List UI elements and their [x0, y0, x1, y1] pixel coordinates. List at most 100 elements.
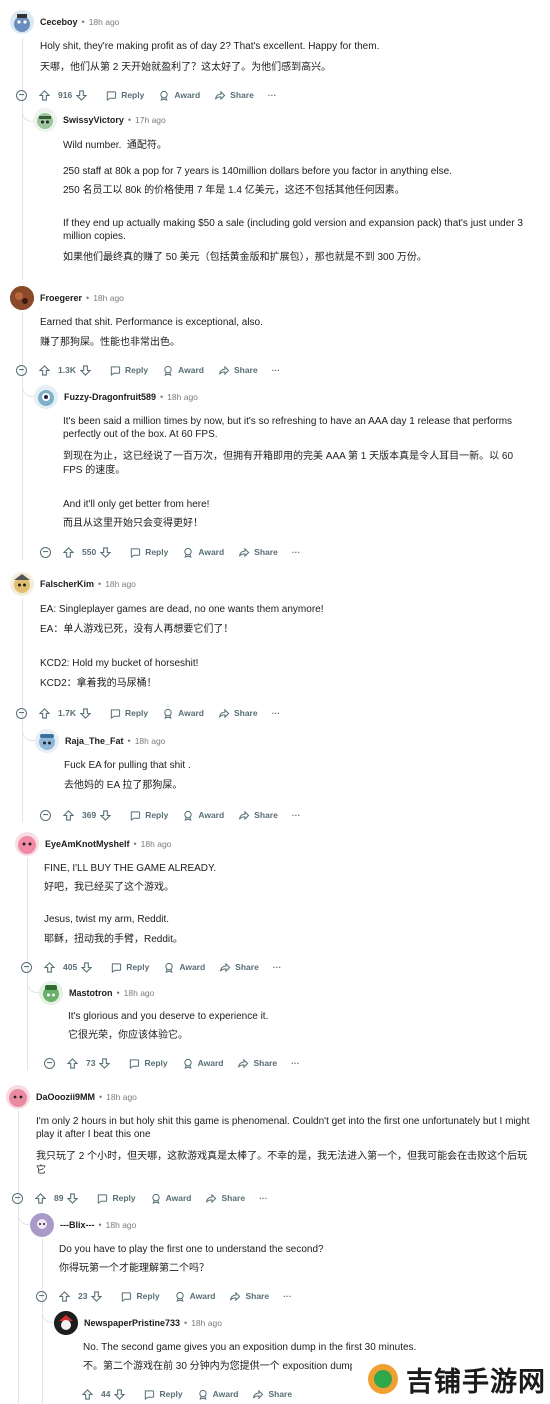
avatar[interactable] [10, 572, 34, 596]
reply-button[interactable]: Reply [109, 708, 148, 719]
upvote-icon[interactable] [67, 1057, 78, 1069]
more-options-button[interactable]: ··· [283, 1291, 292, 1301]
more-options-button[interactable]: ··· [259, 1193, 268, 1203]
username[interactable]: Ceceboy [40, 17, 78, 27]
username[interactable]: Fuzzy-Dragonfruit589 [64, 392, 156, 402]
downvote-icon[interactable] [76, 89, 88, 101]
username[interactable]: Mastotron [69, 988, 113, 998]
collapse-icon[interactable]: − [44, 1057, 55, 1069]
upvote-icon[interactable] [63, 546, 74, 558]
collapse-icon[interactable]: − [16, 364, 27, 376]
username[interactable]: Raja_The_Fat [65, 736, 124, 746]
share-button[interactable]: Share [219, 962, 259, 973]
collapse-icon[interactable]: − [40, 809, 51, 821]
more-options-button[interactable]: ··· [292, 547, 301, 557]
downvote-icon[interactable] [100, 809, 112, 821]
upvote-icon[interactable] [39, 89, 50, 101]
share-button[interactable]: Share [229, 1291, 269, 1302]
collapse-icon[interactable]: − [40, 546, 51, 558]
comment-translation: 不。第二个游戏在前 30 分钟内为您提供一个 exposition dump。 [83, 1361, 366, 1372]
downvote-icon[interactable] [91, 1290, 103, 1302]
share-button[interactable]: Share [205, 1193, 245, 1204]
reply-button[interactable]: Reply [120, 1291, 160, 1302]
upvote-icon[interactable] [82, 1388, 93, 1400]
vote-group: 73 [67, 1057, 114, 1069]
avatar[interactable] [54, 1311, 78, 1335]
downvote-icon[interactable] [100, 546, 112, 558]
avatar[interactable] [33, 108, 57, 132]
award-button[interactable]: Award [162, 708, 204, 719]
award-button[interactable]: Award [182, 1058, 223, 1069]
username[interactable]: Froegerer [40, 293, 82, 303]
more-options-button[interactable]: ··· [272, 365, 281, 375]
award-button[interactable]: Award [182, 547, 224, 558]
downvote-icon[interactable] [79, 364, 91, 376]
more-options-button[interactable]: ··· [292, 810, 301, 820]
share-button[interactable]: Share [218, 365, 258, 376]
award-button[interactable]: Award [158, 90, 200, 101]
share-button[interactable]: Share [252, 1389, 292, 1400]
collapse-icon[interactable]: − [12, 1192, 23, 1204]
collapse-icon[interactable]: − [21, 961, 32, 973]
username[interactable]: SwissyVictory [63, 115, 124, 125]
share-button[interactable]: Share [237, 1058, 277, 1069]
username[interactable]: FalscherKim [40, 579, 94, 589]
upvote-icon[interactable] [39, 707, 50, 719]
reply-button[interactable]: Reply [110, 962, 149, 973]
share-icon [218, 708, 230, 718]
avatar[interactable] [6, 1085, 30, 1109]
avatar[interactable] [10, 10, 34, 34]
award-button[interactable]: Award [150, 1193, 191, 1204]
share-button[interactable]: Share [214, 90, 254, 101]
collapse-icon[interactable]: − [16, 707, 27, 719]
award-button[interactable]: Award [197, 1389, 238, 1400]
reply-button[interactable]: Reply [129, 810, 168, 821]
avatar[interactable] [30, 1213, 54, 1237]
reply-button[interactable]: Reply [105, 90, 144, 101]
avatar[interactable] [35, 729, 59, 753]
award-button[interactable]: Award [174, 1291, 215, 1302]
username[interactable]: NewspaperPristine733 [84, 1318, 180, 1328]
vote-group: 550 [63, 546, 115, 558]
award-button[interactable]: Award [182, 810, 224, 821]
more-options-button[interactable]: ··· [268, 90, 277, 100]
avatar[interactable] [34, 385, 58, 409]
action-bar: 44 Reply Award Share [60, 1385, 306, 1403]
downvote-icon[interactable] [99, 1057, 111, 1069]
downvote-icon[interactable] [67, 1192, 79, 1204]
upvote-icon[interactable] [59, 1290, 70, 1302]
avatar[interactable] [15, 832, 39, 856]
share-button[interactable]: Share [238, 547, 278, 558]
reply-button[interactable]: Reply [109, 365, 148, 376]
comment-header: FalscherKim • 18h ago [10, 572, 136, 596]
downvote-icon[interactable] [81, 961, 93, 973]
upvote-icon[interactable] [39, 364, 50, 376]
username[interactable]: EyeAmKnotMyshelf [45, 839, 130, 849]
avatar[interactable] [39, 981, 63, 1005]
upvote-icon[interactable] [63, 809, 74, 821]
more-options-button[interactable]: ··· [273, 962, 282, 972]
reply-button[interactable]: Reply [128, 1058, 168, 1069]
downvote-icon[interactable] [79, 707, 91, 719]
reply-button[interactable]: Reply [143, 1389, 183, 1400]
award-icon [183, 1058, 192, 1069]
collapse-icon[interactable]: − [36, 1290, 47, 1302]
upvote-icon[interactable] [35, 1192, 46, 1204]
more-options-button[interactable]: ··· [272, 708, 281, 718]
award-button[interactable]: Award [163, 962, 205, 973]
thread-line [22, 312, 23, 560]
share-button[interactable]: Share [238, 810, 278, 821]
upvote-icon[interactable] [44, 961, 55, 973]
username[interactable]: DaOoozii9MM [36, 1092, 95, 1102]
more-options-button[interactable]: ··· [291, 1058, 300, 1068]
collapse-icon[interactable]: − [16, 89, 27, 101]
vote-count: 405 [63, 962, 78, 972]
award-button[interactable]: Award [162, 365, 204, 376]
reply-button[interactable]: Reply [96, 1193, 136, 1204]
comment-translation: 好吧，我已经买了这个游戏。 [44, 882, 174, 893]
username[interactable]: ---Blix--- [60, 1220, 95, 1230]
share-button[interactable]: Share [218, 708, 258, 719]
avatar[interactable] [10, 286, 34, 310]
reply-button[interactable]: Reply [129, 547, 168, 558]
downvote-icon[interactable] [114, 1388, 126, 1400]
